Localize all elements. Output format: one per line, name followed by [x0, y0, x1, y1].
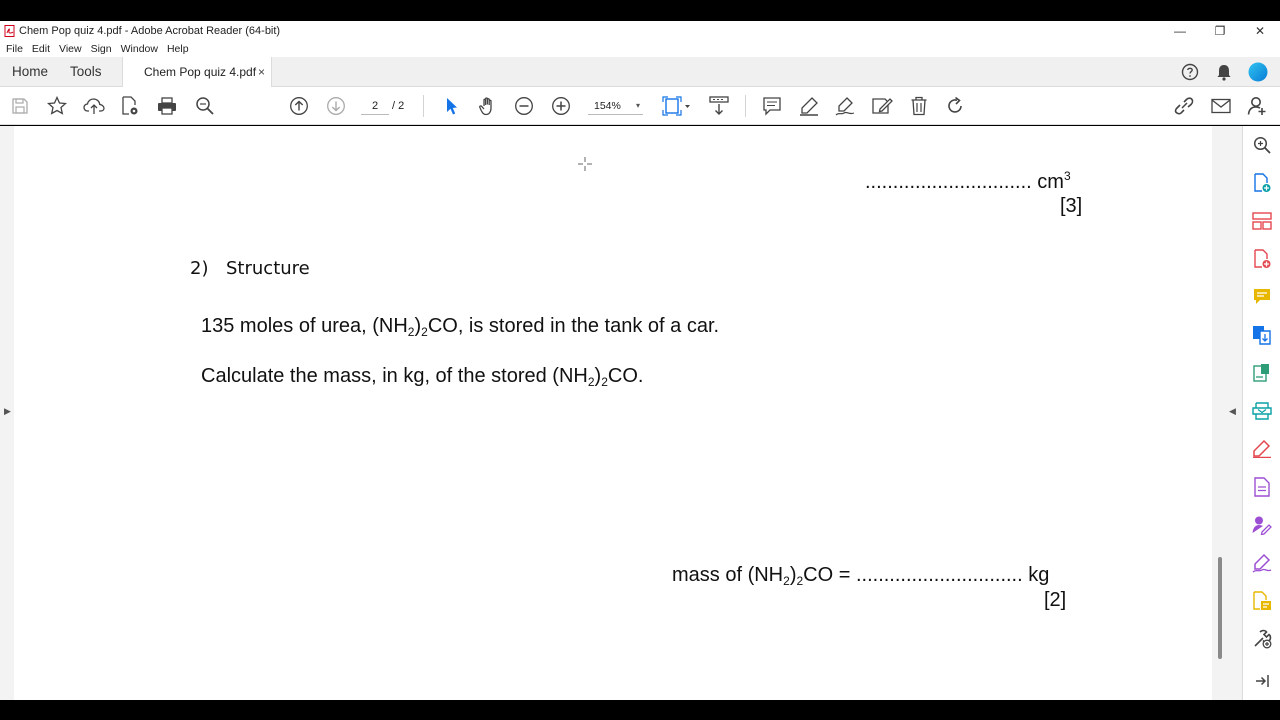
answer-line-mass: mass of (NH2)2CO = .....................… — [672, 564, 1050, 588]
send-for-review-icon[interactable] — [1251, 590, 1273, 612]
scrolling-mode-icon[interactable] — [707, 94, 731, 118]
page-fit-icon[interactable] — [661, 94, 693, 118]
fill-sign-tool-icon[interactable] — [1251, 438, 1273, 460]
question-number: 2) — [190, 258, 209, 279]
draw-freeform-icon[interactable] — [833, 94, 857, 118]
find-text-icon[interactable] — [193, 94, 217, 118]
tab-bar: Home Tools Chem Pop quiz 4.pdf × — [0, 57, 1280, 88]
more-tools-icon[interactable] — [1251, 628, 1273, 650]
chevron-down-icon: ▾ — [635, 101, 640, 110]
next-page-icon[interactable] — [324, 94, 348, 118]
file-settings-icon[interactable] — [118, 94, 142, 118]
comment-icon[interactable] — [760, 94, 784, 118]
crosshair-cursor-icon — [578, 157, 592, 171]
zoom-out-icon[interactable] — [512, 94, 536, 118]
menu-window[interactable]: Window — [121, 43, 158, 55]
expand-left-panel-icon[interactable]: ▶ — [4, 406, 11, 417]
edit-pdf-icon[interactable] — [1251, 362, 1273, 384]
letterbox-bottom — [0, 700, 1280, 720]
marks-2: [2] — [1044, 589, 1067, 611]
email-envelope-icon[interactable] — [1209, 94, 1233, 118]
highlight-pen-icon[interactable] — [797, 94, 821, 118]
export-pdf-icon[interactable] — [1251, 172, 1273, 194]
organize-pages-icon[interactable] — [1251, 210, 1273, 232]
menu-help[interactable]: Help — [167, 43, 189, 55]
menu-view[interactable]: View — [59, 43, 82, 55]
menu-sign[interactable]: Sign — [91, 43, 112, 55]
collapse-right-panel-icon[interactable]: ◀ — [1229, 406, 1236, 417]
tab-document-label: Chem Pop quiz 4.pdf — [144, 65, 257, 79]
sign-pen-icon[interactable] — [1251, 552, 1273, 574]
minimize-button[interactable]: — — [1160, 21, 1200, 41]
question-title: Structure — [226, 258, 310, 279]
add-user-icon[interactable] — [1245, 94, 1269, 118]
comment-tool-icon[interactable] — [1251, 286, 1273, 308]
window-title: Chem Pop quiz 4.pdf - Adobe Acrobat Read… — [19, 25, 281, 37]
window-controls: — ❐ ✕ — [1160, 21, 1280, 41]
title-bar: Chem Pop quiz 4.pdf - Adobe Acrobat Read… — [0, 21, 1280, 41]
select-cursor-icon[interactable] — [439, 94, 463, 118]
document-workspace: ▶ .............................. cm3 [3]… — [0, 126, 1242, 700]
hand-tool-icon[interactable] — [476, 94, 500, 118]
bookmark-star-icon[interactable] — [45, 94, 69, 118]
toolbar-separator — [423, 95, 424, 117]
save-icon[interactable] — [8, 94, 32, 118]
menu-bar: File Edit View Sign Window Help — [0, 41, 1280, 57]
collapse-pane-icon[interactable] — [1251, 670, 1273, 692]
toolbar-separator — [745, 95, 746, 117]
share-link-icon[interactable] — [1172, 94, 1196, 118]
request-signatures-icon[interactable] — [1251, 514, 1273, 536]
convert-pdf-icon[interactable] — [1251, 400, 1273, 422]
page-number-input[interactable]: 2 — [361, 97, 389, 115]
fill-sign-icon[interactable] — [870, 94, 894, 118]
upload-cloud-icon[interactable] — [82, 94, 106, 118]
zoom-in-icon[interactable] — [549, 94, 573, 118]
answer-line-cm3: .............................. cm3 — [865, 169, 1071, 193]
tab-home[interactable]: Home — [12, 57, 48, 87]
delete-trash-icon[interactable] — [907, 94, 931, 118]
protect-pdf-icon[interactable] — [1251, 476, 1273, 498]
menu-edit[interactable]: Edit — [32, 43, 50, 55]
vertical-scrollbar[interactable]: ◀ — [1212, 126, 1242, 700]
previous-page-icon[interactable] — [287, 94, 311, 118]
scrollbar-thumb[interactable] — [1218, 557, 1222, 659]
tools-pane — [1242, 126, 1280, 700]
acrobat-icon — [4, 25, 16, 37]
left-panel-toggle[interactable]: ▶ — [0, 126, 14, 700]
create-pdf-icon[interactable] — [1251, 248, 1273, 270]
question-text-line-1: 135 moles of urea, (NH2)2CO, is stored i… — [201, 315, 720, 339]
account-avatar-icon[interactable] — [1246, 60, 1270, 84]
restore-button[interactable]: ❐ — [1200, 21, 1240, 41]
tab-document[interactable]: Chem Pop quiz 4.pdf × — [122, 57, 272, 88]
undo-redo-icon[interactable] — [943, 94, 967, 118]
close-window-button[interactable]: ✕ — [1240, 21, 1280, 41]
marks-3: [3] — [1060, 195, 1083, 217]
close-tab-icon[interactable]: × — [258, 57, 265, 87]
tab-tools[interactable]: Tools — [70, 57, 102, 87]
toolbar: 2 / 2 154% ▾ — [0, 87, 1280, 125]
zoom-level-dropdown[interactable]: 154% ▾ — [588, 97, 643, 115]
page-total: / 2 — [392, 100, 405, 112]
print-icon[interactable] — [155, 94, 179, 118]
pdf-page[interactable]: .............................. cm3 [3] 2… — [14, 126, 1212, 700]
combine-files-icon[interactable] — [1251, 324, 1273, 346]
notifications-bell-icon[interactable] — [1212, 60, 1236, 84]
zoom-search-icon[interactable] — [1251, 134, 1273, 156]
zoom-level-value: 154% — [594, 100, 621, 112]
help-icon[interactable] — [1178, 60, 1202, 84]
letterbox-top — [0, 0, 1280, 21]
question-text-line-2: Calculate the mass, in kg, of the stored… — [201, 365, 644, 389]
menu-file[interactable]: File — [6, 43, 23, 55]
